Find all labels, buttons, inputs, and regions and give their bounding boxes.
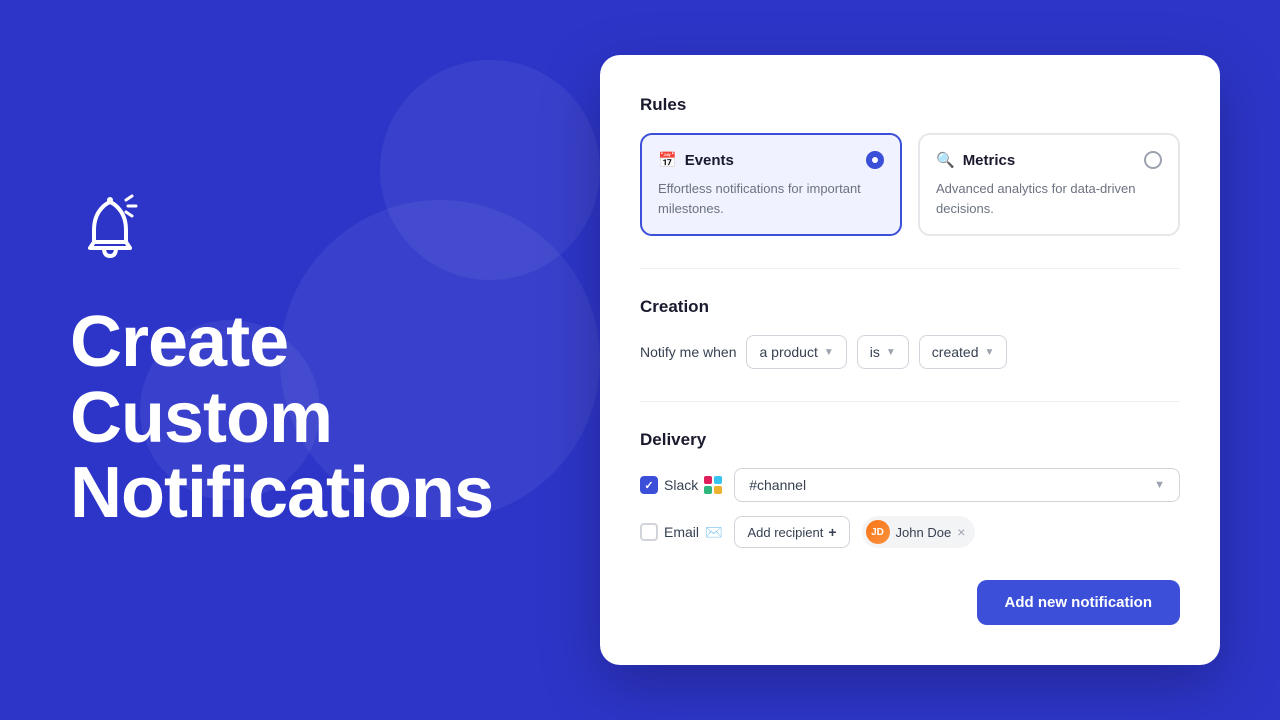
hero-title: Create Custom Notifications	[70, 305, 520, 532]
events-rule-card[interactable]: 📅 Events Effortless notifications for im…	[640, 133, 902, 236]
avatar: JD	[866, 520, 890, 544]
add-notification-wrapper: Add new notification	[640, 580, 1180, 625]
events-radio[interactable]	[866, 151, 884, 169]
delivery-section-title: Delivery	[640, 430, 1180, 450]
chevron-down-icon: ▼	[985, 347, 995, 358]
left-panel: Create Custom Notifications	[0, 128, 580, 592]
product-dropdown[interactable]: a product ▼	[746, 335, 846, 369]
metrics-radio[interactable]	[1144, 151, 1162, 169]
notification-card: Rules 📅 Events Effortless notifications …	[600, 55, 1220, 665]
notify-label: Notify me when	[640, 344, 736, 360]
channel-value: #channel	[749, 477, 806, 493]
slack-delivery-row: Slack #channel ▼	[640, 468, 1180, 502]
metrics-card-title: Metrics	[963, 152, 1016, 169]
delivery-section: Delivery Slack #channel ▼	[640, 430, 1180, 548]
slack-checkbox-wrapper: Slack	[640, 476, 722, 494]
recipient-name: John Doe	[896, 525, 952, 540]
channel-select[interactable]: #channel ▼	[734, 468, 1180, 502]
events-card-desc: Effortless notifications for important m…	[658, 179, 884, 218]
email-icon: ✉️	[705, 524, 722, 541]
bell-icon	[70, 188, 520, 273]
chevron-down-icon: ▼	[1154, 479, 1165, 491]
creation-section: Creation Notify me when a product ▼ is ▼…	[640, 297, 1180, 369]
search-icon: 🔍	[936, 151, 955, 169]
metrics-rule-card[interactable]: 🔍 Metrics Advanced analytics for data-dr…	[918, 133, 1180, 236]
divider-1	[640, 268, 1180, 269]
slack-label: Slack	[664, 477, 698, 493]
events-card-header: 📅 Events	[658, 151, 884, 169]
creation-section-title: Creation	[640, 297, 1180, 317]
rules-section-title: Rules	[640, 95, 1180, 115]
rules-section: Rules 📅 Events Effortless notifications …	[640, 95, 1180, 236]
email-label: Email	[664, 524, 699, 540]
email-delivery-row: Email ✉️ Add recipient + JD John Doe ×	[640, 516, 1180, 548]
rules-grid: 📅 Events Effortless notifications for im…	[640, 133, 1180, 236]
chevron-down-icon: ▼	[886, 347, 896, 358]
metrics-card-header: 🔍 Metrics	[936, 151, 1162, 169]
events-card-title: Events	[685, 152, 734, 169]
slack-checkbox[interactable]	[640, 476, 658, 494]
slack-logo-icon	[704, 476, 722, 494]
email-checkbox[interactable]	[640, 523, 658, 541]
email-checkbox-wrapper: Email ✉️	[640, 523, 722, 541]
divider-2	[640, 401, 1180, 402]
add-notification-button[interactable]: Add new notification	[977, 580, 1181, 625]
remove-recipient-button[interactable]: ×	[957, 525, 965, 539]
plus-icon: +	[828, 524, 836, 540]
created-dropdown[interactable]: created ▼	[919, 335, 1008, 369]
is-dropdown[interactable]: is ▼	[857, 335, 909, 369]
metrics-card-desc: Advanced analytics for data-driven decis…	[936, 179, 1162, 218]
calendar-icon: 📅	[658, 151, 677, 169]
chevron-down-icon: ▼	[824, 347, 834, 358]
creation-row: Notify me when a product ▼ is ▼ created …	[640, 335, 1180, 369]
recipient-tag: JD John Doe ×	[862, 516, 976, 548]
right-panel: Rules 📅 Events Effortless notifications …	[580, 15, 1280, 705]
add-recipient-button[interactable]: Add recipient +	[734, 516, 849, 548]
